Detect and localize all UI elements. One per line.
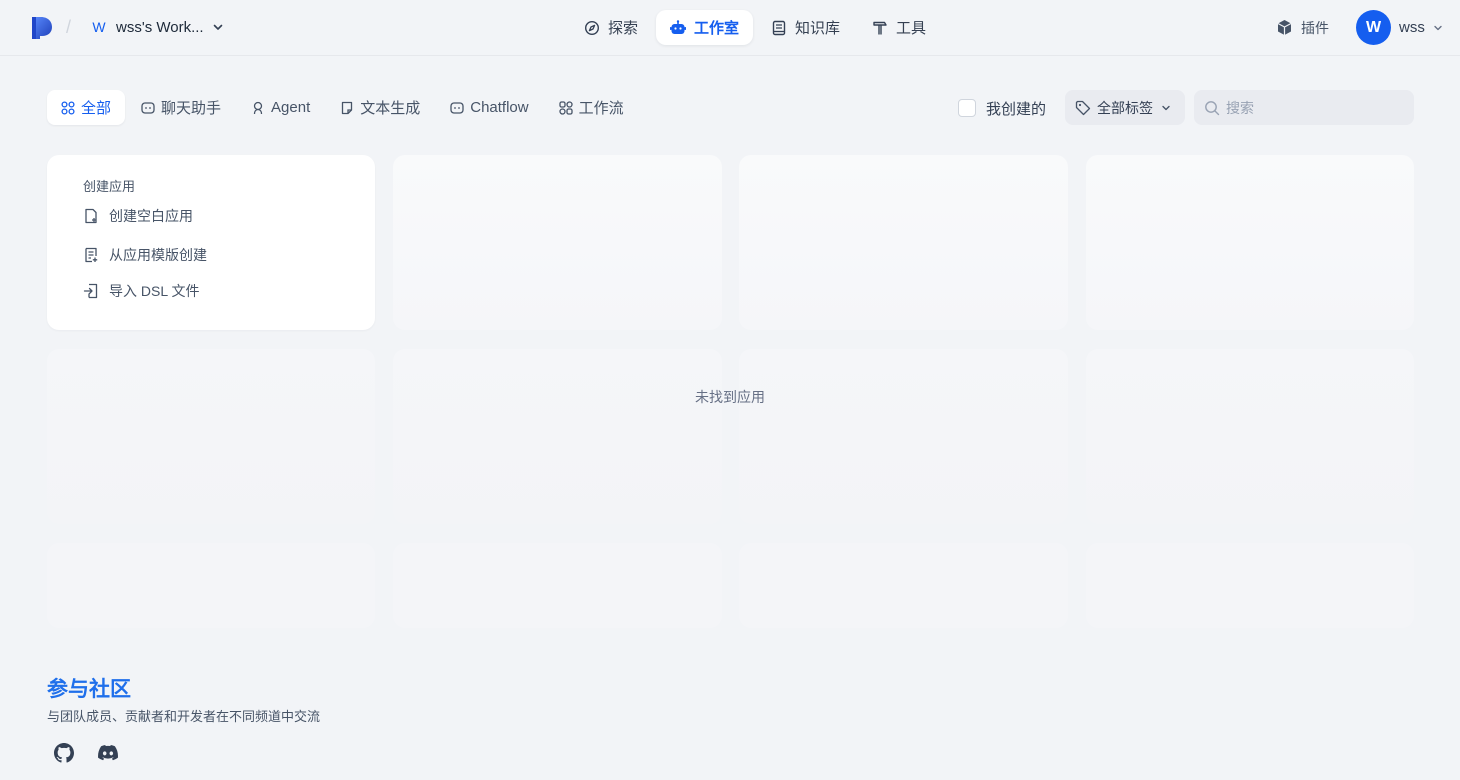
workspace-switcher[interactable]: W wss's Work... (84, 10, 230, 44)
nav-knowledge[interactable]: 知识库 (757, 10, 854, 45)
community-description: 与团队成员、贡献者和开发者在不同频道中交流 (47, 709, 321, 724)
tag-icon (1075, 100, 1091, 115)
plugins-label: 插件 (1301, 19, 1329, 36)
nav-explore[interactable]: 探索 (570, 10, 652, 45)
workspace-name: wss's Work... (116, 18, 204, 36)
app-card-placeholder (1086, 155, 1414, 330)
search-input[interactable] (1226, 99, 1396, 116)
workflow-icon (558, 100, 573, 115)
agent-icon (251, 101, 265, 115)
import-icon (83, 283, 99, 299)
create-app-card: 创建应用 创建空白应用 从应用模版创建 导入 DSL 文件 (47, 155, 375, 330)
workspace-badge: W (92, 19, 106, 35)
create-from-template-label: 从应用模版创建 (109, 247, 207, 263)
book-icon (771, 20, 787, 36)
user-name: wss (1399, 19, 1425, 36)
tab-all[interactable]: 全部 (47, 90, 126, 125)
tab-text-generation-label: 文本生成 (360, 100, 421, 117)
app-card-placeholder (739, 543, 1068, 628)
github-icon (54, 743, 74, 763)
app-card-placeholder (1086, 349, 1414, 524)
create-from-template-button[interactable]: 从应用模版创建 (79, 241, 211, 269)
avatar: W (1356, 10, 1391, 45)
plugins-button[interactable]: 插件 (1268, 10, 1337, 45)
nav-studio-label: 工作室 (694, 20, 740, 37)
create-blank-app-button[interactable]: 创建空白应用 (79, 202, 197, 230)
user-menu[interactable]: W wss (1356, 10, 1443, 45)
tab-workflow-label: 工作流 (578, 100, 624, 117)
tag-filter-dropdown[interactable]: 全部标签 (1065, 90, 1185, 125)
discord-link[interactable] (96, 741, 120, 765)
empty-state-message: 未找到应用 (695, 389, 765, 405)
chevron-down-icon (1162, 105, 1170, 110)
community-title: 参与社区 (47, 678, 131, 701)
app-card-placeholder (739, 349, 1068, 524)
nav-tools[interactable]: 工具 (858, 10, 940, 45)
search-box[interactable] (1194, 90, 1414, 125)
template-icon (83, 247, 99, 263)
tag-filter-label: 全部标签 (1097, 99, 1153, 116)
discord-icon (98, 743, 118, 763)
tab-text-generation[interactable]: 文本生成 (326, 90, 434, 125)
app-card-placeholder (739, 155, 1068, 330)
hammer-icon (872, 20, 888, 36)
chatflow-icon (450, 101, 464, 115)
top-bar: / W wss's Work... 探索 工作室 知识库 工具 插件 W wss (0, 0, 1460, 56)
app-card-placeholder (393, 543, 722, 628)
tab-workflow[interactable]: 工作流 (545, 90, 638, 125)
app-card-placeholder (47, 349, 375, 524)
compass-icon (584, 20, 600, 36)
main-nav: 探索 工作室 知识库 工具 (570, 10, 940, 45)
nav-knowledge-label: 知识库 (795, 20, 841, 37)
create-app-title: 创建应用 (83, 179, 136, 194)
cube-icon (1276, 19, 1293, 36)
github-link[interactable] (52, 741, 76, 765)
tab-agent-label: Agent (271, 99, 311, 116)
tab-chat-assistant-label: 聊天助手 (161, 100, 222, 117)
nav-studio[interactable]: 工作室 (656, 10, 754, 45)
my-created-filter[interactable]: 我创建的 (958, 98, 1046, 118)
robot-icon (670, 19, 687, 36)
nav-tools-label: 工具 (896, 20, 927, 37)
app-card-placeholder (47, 543, 375, 628)
app-logo[interactable] (31, 16, 53, 40)
my-created-label: 我创建的 (986, 100, 1047, 118)
breadcrumb-separator: / (66, 17, 72, 37)
create-blank-app-label: 创建空白应用 (109, 208, 193, 224)
tab-chatflow[interactable]: Chatflow (436, 90, 542, 125)
grid-icon (61, 100, 75, 115)
chevron-down-icon (1433, 23, 1443, 33)
app-type-tabs: 全部 聊天助手 Agent 文本生成 Chatflow 工作流 (47, 90, 638, 125)
app-card-placeholder (1086, 543, 1414, 628)
tab-chat-assistant[interactable]: 聊天助手 (127, 90, 235, 125)
tab-all-label: 全部 (81, 100, 112, 117)
tab-chatflow-label: Chatflow (470, 99, 529, 116)
nav-explore-label: 探索 (608, 20, 639, 37)
search-icon (1205, 100, 1220, 115)
chat-icon (141, 101, 155, 115)
file-plus-icon (83, 208, 99, 224)
my-created-checkbox[interactable] (958, 99, 976, 117)
app-card-placeholder (393, 349, 722, 524)
chevron-down-icon (212, 21, 224, 33)
tab-agent[interactable]: Agent (237, 90, 324, 125)
import-dsl-label: 导入 DSL 文件 (109, 283, 200, 299)
import-dsl-button[interactable]: 导入 DSL 文件 (79, 277, 204, 305)
document-icon (340, 101, 354, 115)
app-card-placeholder (393, 155, 722, 330)
